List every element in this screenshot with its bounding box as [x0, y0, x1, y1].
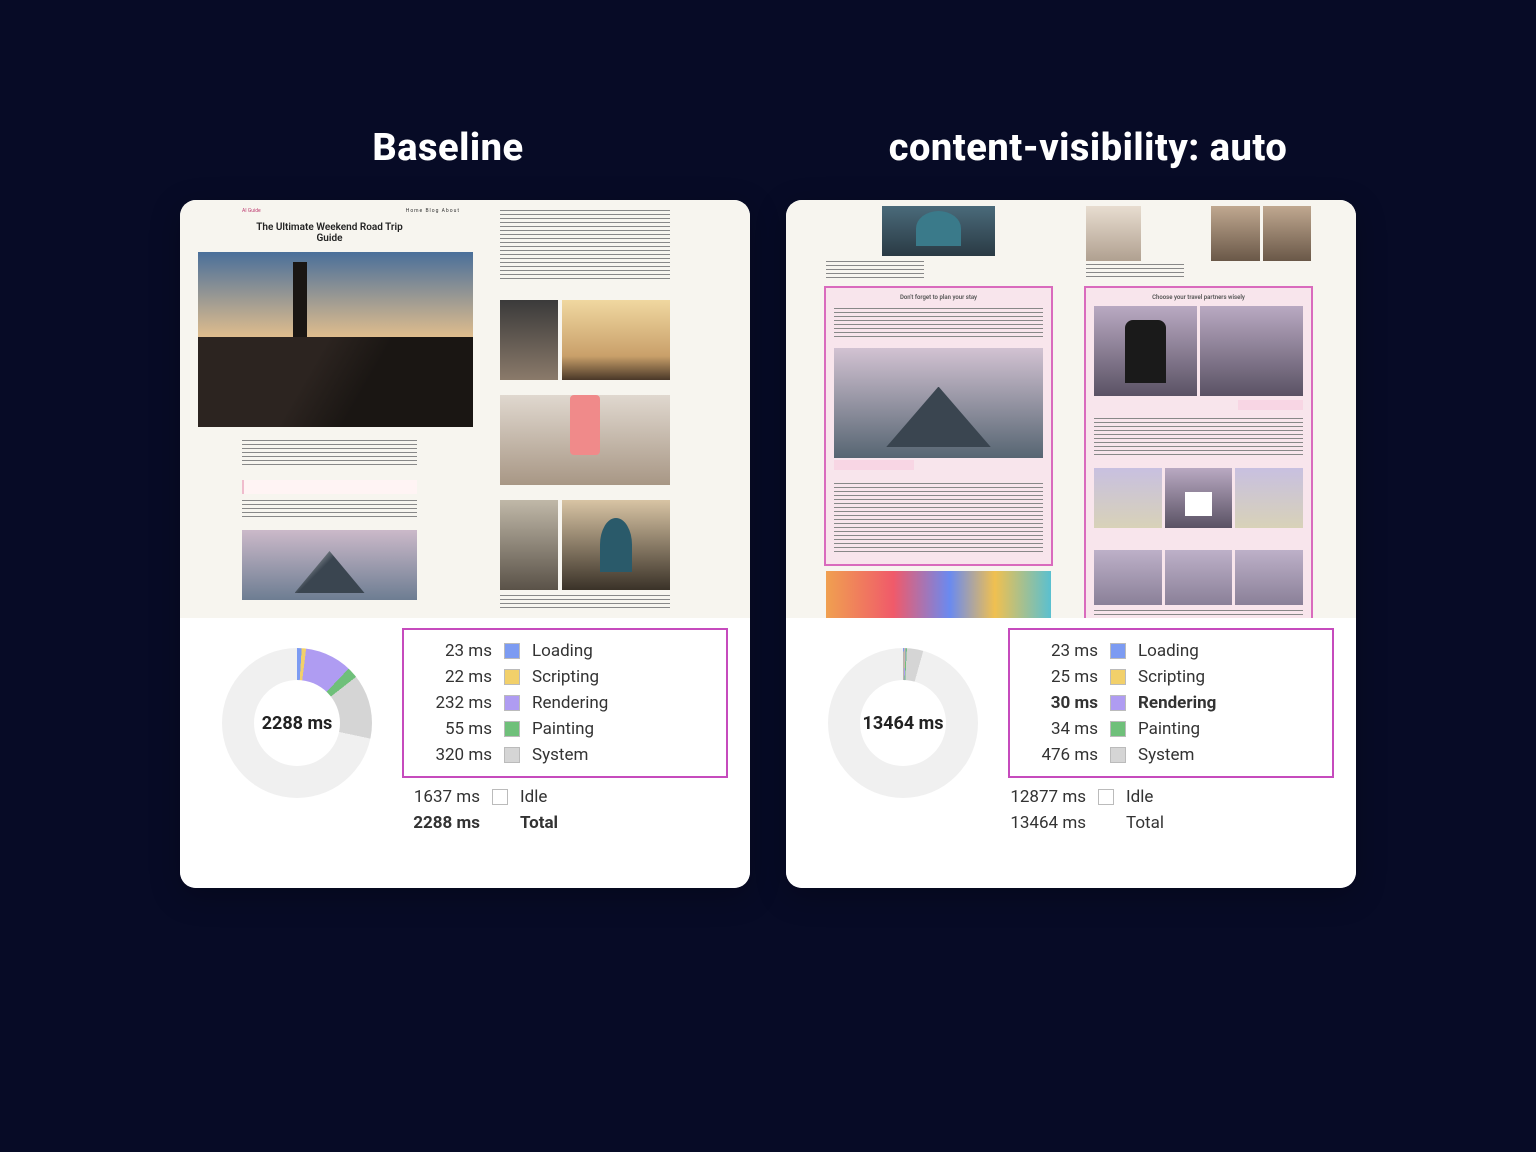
label-idle: Idle [1126, 787, 1153, 807]
comparison-stage: Baseline content-visibility: auto AI Gui… [128, 96, 1408, 1056]
paragraph [242, 440, 417, 468]
val-total: 13464 ms [1008, 813, 1086, 833]
swatch-idle-icon [492, 789, 508, 805]
thumb-image [1094, 306, 1197, 396]
thumb-image [1165, 468, 1233, 528]
baseline-legend-box: 23 ms Loading 22 ms Scripting 232 ms Render… [402, 628, 728, 778]
label-total: Total [520, 813, 558, 833]
swatch-loading-icon [1110, 643, 1126, 659]
baseline-metrics: 2288 ms 23 ms Loading 22 ms Scripting 232 … [180, 618, 750, 888]
cv-donut-chart: 13464 ms [828, 648, 978, 798]
label-scripting: Scripting [532, 667, 599, 687]
thumb-image [1235, 550, 1303, 605]
swatch-system-icon [504, 747, 520, 763]
val-painting: 55 ms [414, 719, 492, 739]
baseline-card: AI Guide Home Blog About The Ultimate We… [180, 200, 750, 888]
cv-total: 13464 ms [860, 680, 946, 766]
val-idle: 12877 ms [1008, 787, 1086, 807]
colorful-street-image [826, 571, 1051, 618]
swatch-painting-icon [504, 721, 520, 737]
swatch-rendering-icon [1110, 695, 1126, 711]
swatch-painting-icon [1110, 721, 1126, 737]
val-total: 2288 ms [402, 813, 480, 833]
label-painting: Painting [532, 719, 594, 739]
swatch-idle-icon [1098, 789, 1114, 805]
swatch-scripting-icon [504, 669, 520, 685]
val-system: 476 ms [1020, 745, 1098, 765]
thumb-image [1235, 468, 1303, 528]
val-scripting: 25 ms [1020, 667, 1098, 687]
label-rendering: Rendering [532, 693, 608, 713]
thumb-image [562, 300, 670, 380]
label-loading: Loading [532, 641, 593, 661]
val-idle: 1637 ms [402, 787, 480, 807]
paragraph [242, 500, 417, 520]
pull-quote [242, 480, 417, 494]
val-rendering: 30 ms [1020, 693, 1098, 713]
section-heading: Choose your travel partners wisely [1086, 294, 1311, 301]
cv-card: Don't forget to plan your stay Choose yo… [786, 200, 1356, 888]
thumb-grid [1211, 206, 1311, 261]
baseline-total: 2288 ms [254, 680, 340, 766]
label-loading: Loading [1138, 641, 1199, 661]
label-system: System [532, 745, 588, 765]
label-scripting: Scripting [1138, 667, 1205, 687]
label-total: Total [1126, 813, 1164, 833]
cv-preview: Don't forget to plan your stay Choose yo… [786, 200, 1356, 618]
paragraph [500, 210, 670, 280]
val-rendering: 232 ms [414, 693, 492, 713]
caption-highlight [834, 460, 914, 470]
title-baseline: Baseline [128, 126, 768, 170]
nav-links: Home Blog About [406, 208, 460, 214]
thumb-image [500, 300, 558, 380]
cv-metrics: 13464 ms 23 ms Loading 25 ms Scripting 30 … [786, 618, 1356, 888]
swatch-rendering-icon [504, 695, 520, 711]
thumb-image [500, 500, 558, 590]
image-grid [500, 300, 670, 600]
swatch-system-icon [1110, 747, 1126, 763]
label-system: System [1138, 745, 1194, 765]
mountain-image [834, 348, 1043, 458]
highlighted-section: Don't forget to plan your stay [824, 286, 1053, 566]
swatch-scripting-icon [1110, 669, 1126, 685]
paragraph [500, 595, 670, 611]
swatch-loading-icon [504, 643, 520, 659]
label-idle: Idle [520, 787, 547, 807]
thumb-image [1200, 306, 1303, 396]
thumb-image [1094, 550, 1162, 605]
thumb-image [1165, 550, 1233, 605]
val-system: 320 ms [414, 745, 492, 765]
mountain-image [242, 530, 417, 600]
brand-text: AI Guide [242, 208, 261, 214]
section-heading: Don't forget to plan your stay [826, 294, 1051, 301]
val-scripting: 22 ms [414, 667, 492, 687]
cv-legend-box: 23 ms Loading 25 ms Scripting 30 ms Renderi… [1008, 628, 1334, 778]
val-painting: 34 ms [1020, 719, 1098, 739]
caption-highlight [1238, 400, 1303, 410]
val-loading: 23 ms [1020, 641, 1098, 661]
thumb-image [562, 500, 670, 590]
hero-image [198, 252, 473, 427]
thumb-image [882, 206, 995, 256]
label-rendering: Rendering [1138, 693, 1216, 713]
beach-image [500, 395, 670, 485]
label-painting: Painting [1138, 719, 1200, 739]
baseline-donut-chart: 2288 ms [222, 648, 372, 798]
highlighted-section: Choose your travel partners wisely [1084, 286, 1313, 618]
title-cv: content-visibility: auto [768, 126, 1408, 170]
portrait-image [1086, 206, 1141, 261]
baseline-preview: AI Guide Home Blog About The Ultimate We… [180, 200, 750, 618]
article-title: The Ultimate Weekend Road Trip Guide [242, 222, 417, 244]
thumb-image [1094, 468, 1162, 528]
val-loading: 23 ms [414, 641, 492, 661]
